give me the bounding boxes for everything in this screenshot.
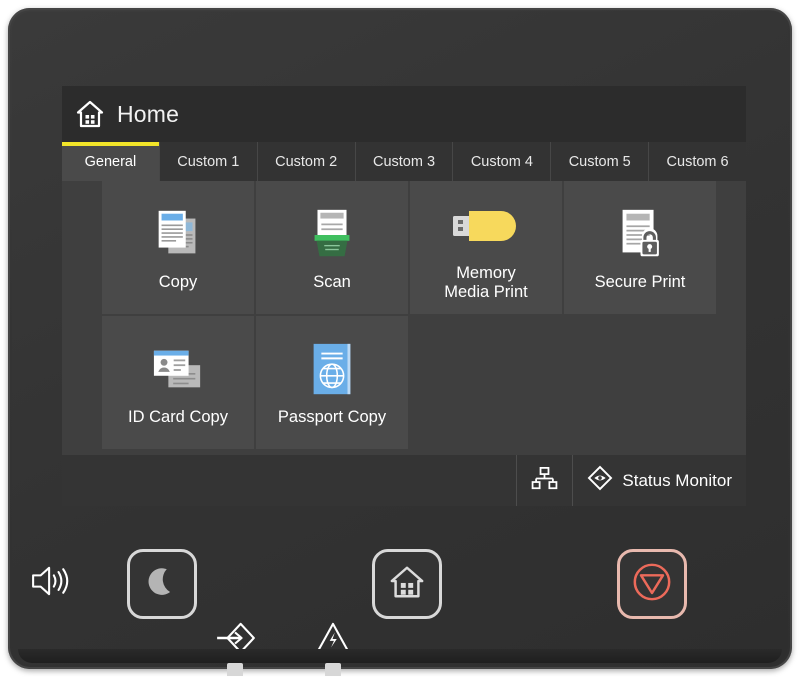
tab-label: Custom 4 [471,154,533,170]
tab-custom-3[interactable]: Custom 3 [356,142,454,181]
tile-label: Passport Copy [274,408,390,427]
tile-secure-print[interactable]: Secure Print [564,181,716,314]
stop-button[interactable] [617,549,687,619]
status-monitor-label: Status Monitor [622,471,732,491]
tab-custom-1[interactable]: Custom 1 [160,142,258,181]
touchscreen-display[interactable]: Home General Custom 1 Custom 2 Custom 3 … [62,86,746,506]
tile-id-card-copy[interactable]: ID Card Copy [102,316,254,449]
tab-label: Custom 3 [373,154,435,170]
crescent-moon-icon [143,563,181,606]
stop-triangle-icon [631,561,673,608]
tab-label: Custom 2 [275,154,337,170]
tab-label: General [85,154,137,170]
tile-copy[interactable]: Copy [102,181,254,314]
tab-custom-2[interactable]: Custom 2 [258,142,356,181]
tab-custom-6[interactable]: Custom 6 [649,142,746,181]
passport-icon [305,338,359,402]
tile-empty-slot [410,316,562,449]
id-card-icon [145,338,211,402]
app-grid: Copy [102,181,716,449]
tile-passport-copy[interactable]: Passport Copy [256,316,408,449]
usb-drive-icon [449,194,523,258]
tile-label: Copy [155,273,202,292]
tab-general[interactable]: General [62,142,160,181]
tab-bar: General Custom 1 Custom 2 Custom 3 Custo… [62,142,746,181]
eye-diamond-icon [587,465,613,496]
tab-label: Custom 1 [177,154,239,170]
tab-custom-4[interactable]: Custom 4 [453,142,551,181]
tile-label: Scan [309,273,355,292]
status-monitor-button[interactable]: Status Monitor [572,455,746,506]
page-title: Home [117,103,179,126]
copy-documents-icon [147,203,209,267]
document-lock-icon [609,203,671,267]
tile-empty-slot [564,316,716,449]
tab-label: Custom 6 [667,154,729,170]
scanner-icon [301,203,363,267]
network-icon [531,467,558,495]
tile-label: ID Card Copy [124,408,232,427]
device-bottom-edge [18,649,782,663]
tile-label: Memory Media Print [440,264,531,302]
tile-scan[interactable]: Scan [256,181,408,314]
speaker-volume-icon [30,565,72,602]
tab-custom-5[interactable]: Custom 5 [551,142,649,181]
home-button[interactable] [372,549,442,619]
error-led [325,663,341,676]
tab-label: Custom 5 [569,154,631,170]
screen-header: Home [62,86,746,142]
energy-saver-button[interactable] [127,549,197,619]
house-icon [388,563,426,606]
app-grid-area: Copy [62,181,746,455]
tile-memory-media-print[interactable]: Memory Media Print [410,181,562,314]
home-icon [76,100,104,128]
printer-device-body: Home General Custom 1 Custom 2 Custom 3 … [8,8,792,669]
data-led [227,663,243,676]
network-status-button[interactable] [516,455,572,506]
tile-label: Secure Print [591,273,690,292]
indicator-row [8,622,792,672]
status-bar: Status Monitor [62,455,746,506]
